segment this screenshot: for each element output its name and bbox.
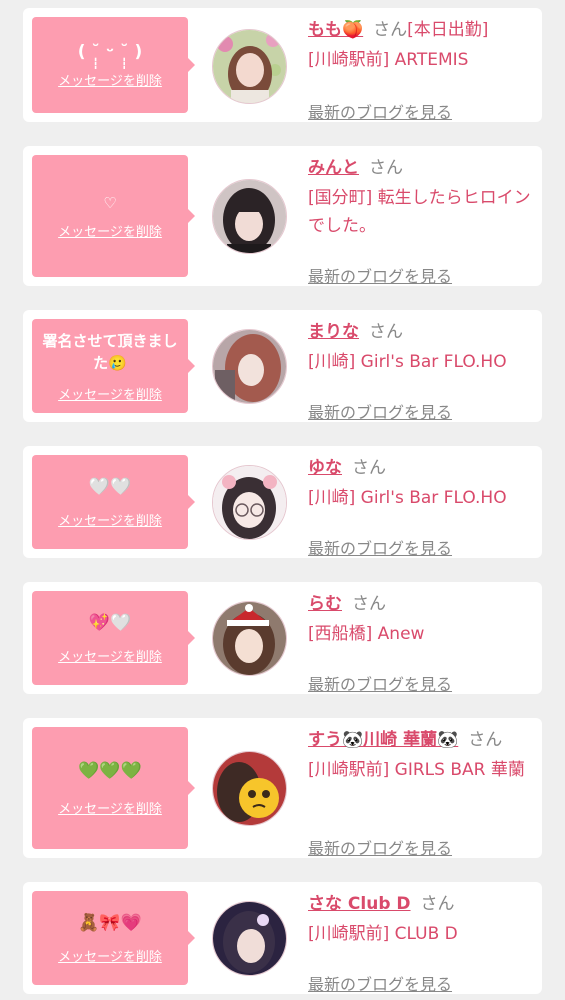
avatar[interactable] (212, 179, 287, 254)
message-bubble: 署名させて頂きました🥲 メッセージを削除 (32, 319, 195, 413)
message-card: ( ˘̩̩̩ ᵕ ˘̩̩̩ ) メッセージを削除 もも🍑 さん[本日出勤] [川崎… (23, 8, 542, 122)
message-text: 💚💚💚 (78, 760, 142, 781)
honorific: さん (352, 458, 386, 478)
message-bubble: ( ˘̩̩̩ ᵕ ˘̩̩̩ ) メッセージを削除 (32, 17, 195, 113)
latest-blog-link[interactable]: 最新のブログを見る (308, 971, 452, 995)
message-card: 🧸🎀💗 メッセージを削除 さな Club D さん [川崎駅前] CLUB D 最… (23, 882, 542, 994)
avatar[interactable] (212, 465, 287, 540)
honorific: さん (373, 20, 408, 40)
honorific: さん (352, 594, 386, 614)
entry-info: ゆな さん [川崎] Girl's Bar FLO.HO 最新のブログを見る (308, 456, 534, 558)
entry-info: みんと さん [国分町] 転生したらヒロインでした。 最新のブログを見る (308, 156, 534, 286)
delete-message-link[interactable]: メッセージを削除 (58, 510, 162, 529)
delete-message-link[interactable]: メッセージを削除 (58, 946, 162, 965)
message-bubble: 🤍🤍 メッセージを削除 (32, 455, 195, 549)
entry-info: さな Club D さん [川崎駅前] CLUB D 最新のブログを見る (308, 892, 534, 994)
message-card: 💚💚💚 メッセージを削除 すう🐼川崎 華蘭🐼 さん [川崎駅前] GIRLS BA… (23, 718, 542, 858)
message-card: 🤍🤍 メッセージを削除 ゆな さん [川崎] Girl's Bar FLO.HO … (23, 446, 542, 558)
message-text: ( ˘̩̩̩ ᵕ ˘̩̩̩ ) (77, 42, 143, 62)
latest-blog-link[interactable]: 最新のブログを見る (308, 263, 452, 287)
shop-label: [川崎駅前] CLUB D (308, 924, 458, 944)
message-card: ♡ メッセージを削除 みんと さん [国分町] 転生したらヒロインでした。 最新の… (23, 146, 542, 286)
honorific: さん (420, 894, 455, 914)
latest-blog-link[interactable]: 最新のブログを見る (308, 835, 452, 859)
message-bubble: 💖🤍 メッセージを削除 (32, 591, 195, 685)
delete-message-link[interactable]: メッセージを削除 (58, 70, 162, 89)
message-text: 🤍🤍 (88, 476, 132, 497)
user-name-link[interactable]: ゆな (308, 458, 342, 478)
entry-info: もも🍑 さん[本日出勤] [川崎駅前] ARTEMIS 最新のブログを見る (308, 18, 534, 122)
delete-message-link[interactable]: メッセージを削除 (58, 221, 162, 240)
avatar[interactable] (212, 329, 287, 404)
avatar[interactable] (212, 751, 287, 826)
latest-blog-link[interactable]: 最新のブログを見る (308, 535, 452, 559)
user-name-link[interactable]: さな Club D (308, 894, 411, 914)
honorific: さん (369, 158, 403, 178)
message-bubble: 🧸🎀💗 メッセージを削除 (32, 891, 195, 985)
message-bubble: 💚💚💚 メッセージを削除 (32, 727, 195, 849)
shop-label: [川崎] Girl's Bar FLO.HO (308, 352, 507, 372)
latest-blog-link[interactable]: 最新のブログを見る (308, 399, 452, 423)
latest-blog-link[interactable]: 最新のブログを見る (308, 671, 452, 695)
message-text: 🧸🎀💗 (78, 912, 142, 933)
latest-blog-link[interactable]: 最新のブログを見る (308, 99, 452, 123)
message-bubble: ♡ メッセージを削除 (32, 155, 195, 277)
delete-message-link[interactable]: メッセージを削除 (58, 646, 162, 665)
entry-info: すう🐼川崎 華蘭🐼 さん [川崎駅前] GIRLS BAR 華蘭 最新のブログを見… (308, 728, 534, 858)
user-name-link[interactable]: らむ (308, 594, 342, 614)
message-text: 💖🤍 (88, 612, 132, 633)
user-name-link[interactable]: すう🐼川崎 華蘭🐼 (308, 730, 458, 750)
honorific: さん (369, 322, 403, 342)
shop-label: [西船橋] Anew (308, 624, 425, 644)
message-text: ♡ (103, 194, 117, 212)
user-name-link[interactable]: もも🍑 (308, 20, 363, 40)
message-text: 署名させて頂きました🥲 (42, 331, 178, 372)
status-tag: [本日出勤] (407, 20, 489, 40)
shop-label: [川崎駅前] GIRLS BAR 華蘭 (308, 760, 525, 780)
entry-info: らむ さん [西船橋] Anew 最新のブログを見る (308, 592, 534, 694)
delete-message-link[interactable]: メッセージを削除 (58, 384, 162, 403)
shop-label: [川崎] Girl's Bar FLO.HO (308, 488, 507, 508)
entry-info: まりな さん [川崎] Girl's Bar FLO.HO 最新のブログを見る (308, 320, 534, 422)
shop-label: [国分町] 転生したらヒロインでした。 (308, 188, 531, 236)
delete-message-link[interactable]: メッセージを削除 (58, 798, 162, 817)
user-name-link[interactable]: まりな (308, 322, 359, 342)
avatar[interactable] (212, 601, 287, 676)
avatar[interactable] (212, 901, 287, 976)
avatar[interactable] (212, 29, 287, 104)
message-card: 💖🤍 メッセージを削除 らむ さん [西船橋] Anew 最新のブログを見る (23, 582, 542, 694)
message-card: 署名させて頂きました🥲 メッセージを削除 まりな さん [川崎] Girl's B… (23, 310, 542, 422)
shop-label: [川崎駅前] ARTEMIS (308, 50, 469, 70)
user-name-link[interactable]: みんと (308, 158, 359, 178)
honorific: さん (468, 730, 503, 750)
